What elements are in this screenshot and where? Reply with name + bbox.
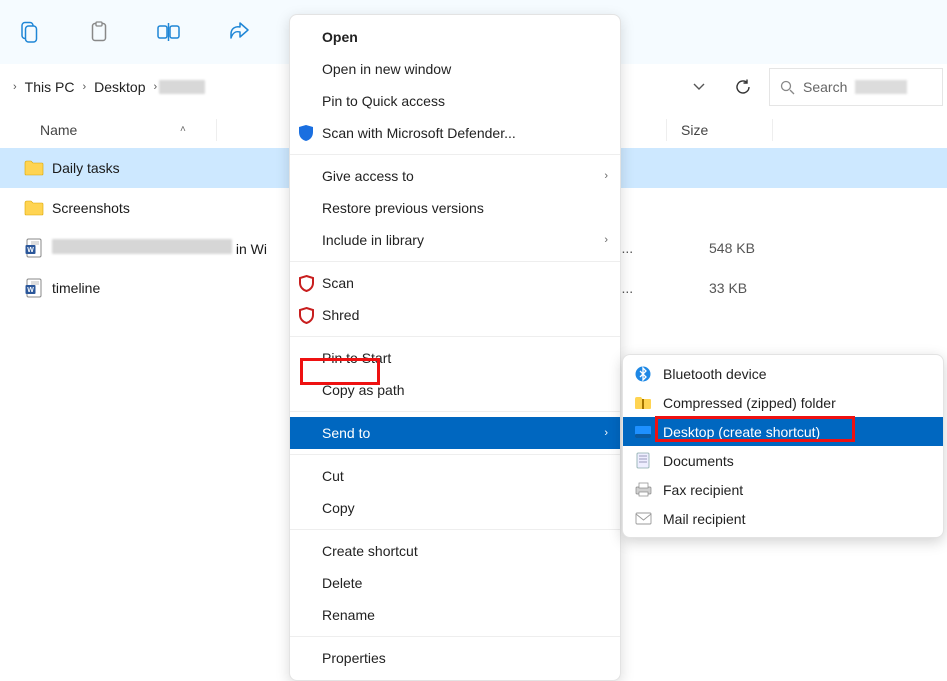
mcafee-shield-icon (297, 274, 315, 292)
separator (290, 529, 620, 530)
ctx-create-shortcut[interactable]: Create shortcut (290, 535, 620, 567)
chevron-right-icon: › (80, 81, 88, 93)
svg-text:W: W (27, 287, 34, 294)
separator (290, 454, 620, 455)
bluetooth-icon (634, 365, 652, 383)
sub-bluetooth[interactable]: Bluetooth device (623, 359, 943, 388)
ctx-give-access[interactable]: Give access to› (290, 160, 620, 192)
file-name: timeline (52, 280, 100, 296)
search-icon (780, 80, 795, 95)
ctx-open-new-window[interactable]: Open in new window (290, 53, 620, 85)
sub-documents[interactable]: Documents (623, 446, 943, 475)
column-divider (216, 119, 217, 141)
folder-icon (24, 158, 44, 178)
chevron-right-icon: › (152, 81, 160, 93)
mail-icon (634, 510, 652, 528)
word-doc-icon: W (24, 278, 44, 298)
document-icon (634, 452, 652, 470)
chevron-right-icon: › (604, 170, 608, 182)
separator (290, 636, 620, 637)
fax-icon (634, 481, 652, 499)
mcafee-shield-icon (297, 306, 315, 324)
copy-icon[interactable] (6, 12, 52, 52)
word-doc-icon: W (24, 238, 44, 258)
separator (290, 261, 620, 262)
svg-text:W: W (27, 247, 34, 254)
ctx-send-to[interactable]: Send to› (290, 417, 620, 449)
ctx-delete[interactable]: Delete (290, 567, 620, 599)
ctx-copy[interactable]: Copy (290, 492, 620, 524)
sub-zip[interactable]: Compressed (zipped) folder (623, 388, 943, 417)
file-size: 33 KB (709, 280, 747, 296)
file-name: Screenshots (52, 200, 130, 216)
folder-icon (24, 198, 44, 218)
separator (290, 411, 620, 412)
column-name[interactable]: Name (40, 122, 77, 138)
ctx-restore-versions[interactable]: Restore previous versions (290, 192, 620, 224)
column-divider (772, 119, 773, 141)
ctx-properties[interactable]: Properties (290, 642, 620, 674)
file-name: in Wi (52, 239, 267, 257)
ctx-open[interactable]: Open (290, 21, 620, 53)
refresh-icon[interactable] (725, 68, 761, 106)
shield-icon (297, 124, 315, 142)
ctx-shred[interactable]: Shred (290, 299, 620, 331)
chevron-down-icon[interactable] (681, 68, 717, 106)
chevron-right-icon: › (604, 427, 608, 439)
file-name-redacted (52, 239, 232, 254)
share-icon[interactable] (216, 12, 262, 52)
breadcrumb-segment[interactable]: This PC (19, 79, 81, 95)
ctx-include-library[interactable]: Include in library› (290, 224, 620, 256)
ctx-pin-quick-access[interactable]: Pin to Quick access (290, 85, 620, 117)
column-size[interactable]: Size (681, 122, 708, 138)
ctx-copy-path[interactable]: Copy as path (290, 374, 620, 406)
ctx-scan-av[interactable]: Scan (290, 267, 620, 299)
chevron-right-icon: › (11, 81, 19, 93)
separator (290, 336, 620, 337)
file-size: 548 KB (709, 240, 755, 256)
sort-indicator-icon: ˄ (180, 124, 186, 135)
sub-desktop-shortcut[interactable]: Desktop (create shortcut) (623, 417, 943, 446)
sub-fax[interactable]: Fax recipient (623, 475, 943, 504)
paste-icon[interactable] (76, 12, 122, 52)
zip-folder-icon (634, 394, 652, 412)
desktop-icon (634, 423, 652, 441)
chevron-right-icon: › (604, 234, 608, 246)
breadcrumb-segment-redacted[interactable] (159, 80, 205, 94)
ctx-scan-defender[interactable]: Scan with Microsoft Defender... (290, 117, 620, 149)
rename-icon[interactable] (146, 12, 192, 52)
search-label: Search (803, 79, 847, 95)
breadcrumb-segment[interactable]: Desktop (88, 79, 151, 95)
sub-mail[interactable]: Mail recipient (623, 504, 943, 533)
column-divider (666, 119, 667, 141)
search-input[interactable]: Search (769, 68, 943, 106)
ctx-cut[interactable]: Cut (290, 460, 620, 492)
file-name: Daily tasks (52, 160, 120, 176)
context-menu: Open Open in new window Pin to Quick acc… (289, 14, 621, 681)
ctx-pin-start[interactable]: Pin to Start (290, 342, 620, 374)
search-placeholder-redacted (855, 80, 907, 94)
send-to-submenu: Bluetooth device Compressed (zipped) fol… (622, 354, 944, 538)
separator (290, 154, 620, 155)
ctx-rename[interactable]: Rename (290, 599, 620, 631)
